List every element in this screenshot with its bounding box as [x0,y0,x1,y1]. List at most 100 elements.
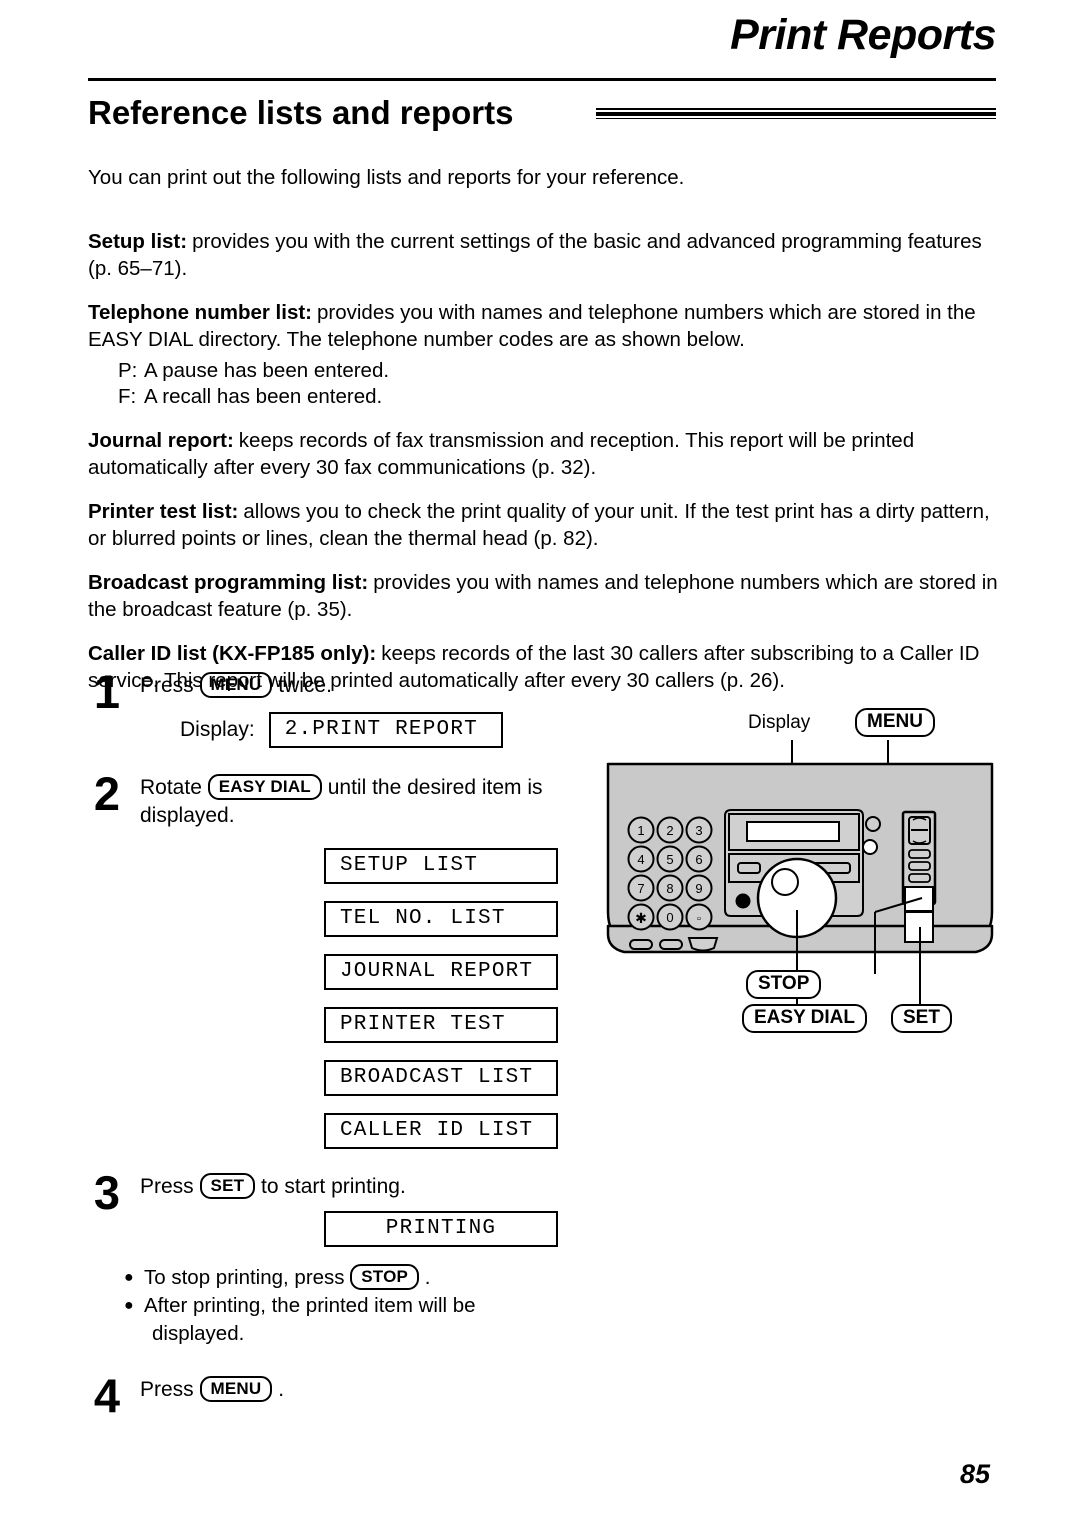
callout-menu: MENU [855,708,935,737]
page-header: Print Reports [88,14,996,86]
code-line-pause: P: A pause has been entered. [118,358,1000,384]
lcd-screen [746,821,840,842]
code-key-p: P: [118,358,138,382]
text-setup-list: provides you with the current settings o… [88,229,982,281]
page-number: 85 [959,1459,990,1489]
lcd-option-setup-list: SETUP LIST [324,848,558,884]
indicator-led-lower [735,893,751,909]
term-caller-id-list: Caller ID list (KX-FP185 only): [88,641,377,665]
callout-display: Display [748,712,811,733]
right-column-key-3 [908,873,931,883]
step-1-text-before: Press [140,674,194,697]
step-1: 1 Press MENU twice. Display: 2.PRINT REP… [84,668,604,748]
lcd-option-printer-test: PRINTER TEST [324,1007,558,1043]
easy-dial-key-callout[interactable]: EASY DIAL [742,1004,868,1033]
step-4-number: 4 [93,1369,121,1422]
bullet-icon: ● [124,1297,134,1314]
step-1-instruction: Press MENU twice. [140,672,604,700]
menu-key-callout[interactable]: MENU [855,708,935,737]
paragraph-setup-list: Setup list: provides you with the current… [88,228,1000,283]
step-3-number: 3 [93,1166,121,1219]
step-4-instruction: Press MENU . [140,1376,604,1404]
fax-machine-illustration: 1 2 3 4 5 6 7 8 9 ✱ 0 ▫ Display MENU STOP EASY… [600,708,1000,1042]
step-3-note-after-printing: ● After printing, the printed item will … [124,1292,604,1348]
step-3-text-after: to start printing. [261,1175,406,1198]
term-journal-report: Journal report: [88,428,234,452]
stop-key[interactable]: STOP [350,1264,420,1290]
svg-text:6: 6 [695,852,702,867]
paragraph-printer-test-list: Printer test list: allows you to check th… [88,498,1000,553]
callout-easy-dial: EASY DIAL [742,1004,868,1033]
section-head: Reference lists and reports [88,92,996,138]
function-key-row [629,937,719,952]
svg-text:2: 2 [666,823,673,838]
bullet-icon: ● [124,1269,134,1286]
lcd-printing: PRINTING [324,1211,558,1247]
stop-key-callout[interactable]: STOP [746,970,822,999]
code-line-recall: F: A recall has been entered. [118,384,1000,410]
procedure-steps: 1 Press MENU twice. Display: 2.PRINT REP… [84,668,604,1422]
svg-text:3: 3 [695,823,702,838]
term-printer-test-list: Printer test list: [88,499,239,523]
step-1-display-row: Display: 2.PRINT REPORT [180,712,604,748]
menu-button-on-unit [862,839,878,855]
step-2-number: 2 [93,767,121,820]
display-label: Display: [180,718,255,741]
step-4-text-before: Press [140,1378,194,1401]
lcd-option-tel-no-list: TEL NO. LIST [324,901,558,937]
svg-text:1: 1 [637,823,644,838]
step-1-text-after: twice. [278,674,332,697]
lcd-option-caller-id-list: CALLER ID LIST [324,1113,558,1149]
step-3-instruction: Press SET to start printing. [140,1173,604,1201]
indicator-led-upper [865,816,881,832]
intro-paragraph: You can print out the following lists an… [88,166,685,189]
svg-text:4: 4 [637,852,644,867]
lcd-option-list: SETUP LIST TEL NO. LIST JOURNAL REPORT P… [324,848,604,1149]
body-copy: You can print out the following lists an… [88,164,1000,711]
step-3-note-stop: ● To stop printing, press STOP . [124,1264,604,1292]
step-2-instruction: Rotate EASY DIAL until the desired item … [140,774,604,830]
step-3-note-stop-after: . [424,1266,431,1289]
callout-set: SET [891,1004,952,1033]
step-1-number: 1 [93,665,121,718]
callout-stop: STOP [746,970,822,999]
code-meaning-f: A recall has been entered. [144,384,383,408]
code-meaning-p: A pause has been entered. [144,358,390,382]
paragraph-journal-report: Journal report: keeps records of fax tran… [88,427,1000,482]
step-3-note-after-continuation: displayed. [152,1322,245,1345]
step-2-text-before: Rotate [140,776,202,799]
easy-dial-key[interactable]: EASY DIAL [207,774,322,800]
easy-dial-inner-knob [771,868,799,896]
term-setup-list: Setup list: [88,229,188,253]
step-4-text-after: . [278,1378,285,1401]
menu-key[interactable]: MENU [199,672,273,698]
svg-text:5: 5 [666,852,673,867]
paragraph-telephone-number-list: Telephone number list: provides you with … [88,299,1000,354]
step-3-note-after-before: After printing, the printed item will be [144,1294,476,1317]
svg-text:✱: ✱ [635,910,647,926]
right-column-key-1 [908,849,931,859]
set-key-callout[interactable]: SET [891,1004,952,1033]
menu-key[interactable]: MENU [199,1376,273,1402]
section-rule-decoration [596,108,996,121]
svg-text:8: 8 [666,881,673,896]
chapter-title: Print Reports [730,11,996,59]
right-column-key-2 [908,861,931,871]
step-3-display-wrap: PRINTING [324,1211,604,1247]
step-3: 3 Press SET to start printing. PRINTING … [84,1169,604,1348]
lcd-option-journal-report: JOURNAL REPORT [324,954,558,990]
step-2: 2 Rotate EASY DIAL until the desired ite… [84,770,604,1149]
lcd-option-broadcast-list: BROADCAST LIST [324,1060,558,1096]
set-key[interactable]: SET [199,1173,256,1199]
svg-text:7: 7 [637,881,644,896]
term-broadcast-programming-list: Broadcast programming list: [88,570,369,594]
svg-text:▫: ▫ [697,913,701,925]
svg-text:0: 0 [666,910,673,925]
code-key-f: F: [118,384,137,408]
panel-key-left [737,862,761,874]
svg-text:9: 9 [695,881,702,896]
step-3-note-stop-before: To stop printing, press [144,1266,345,1289]
step-3-text-before: Press [140,1175,194,1198]
header-rule [88,78,996,81]
paragraph-broadcast-programming-list: Broadcast programming list: provides you … [88,569,1000,624]
